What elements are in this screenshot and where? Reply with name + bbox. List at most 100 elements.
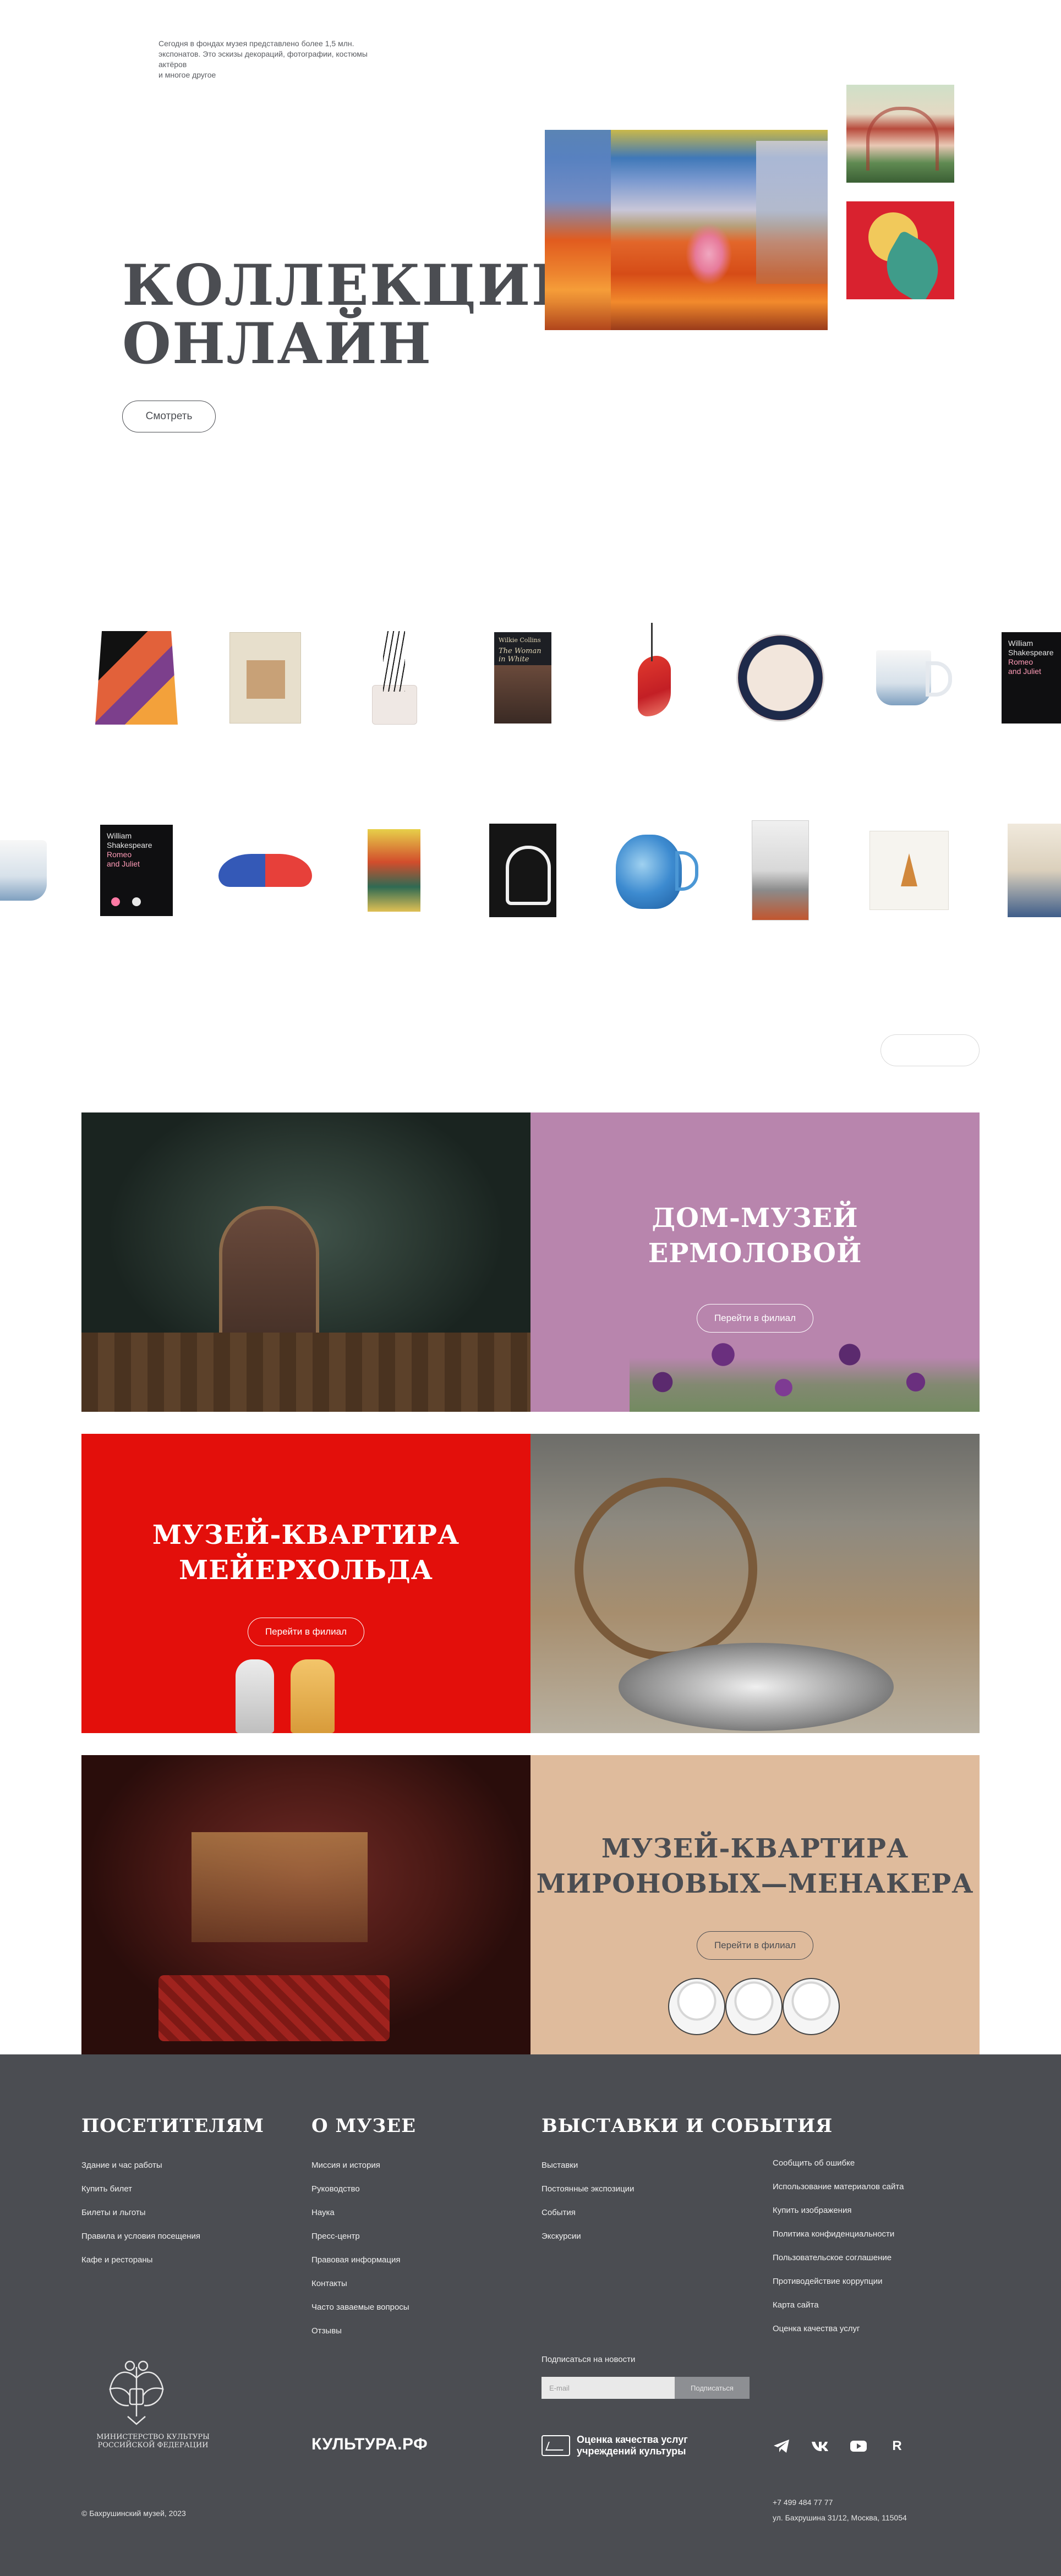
violets-illustration (630, 1322, 980, 1412)
notebook-image (869, 831, 949, 910)
stage-design-painting[interactable] (545, 130, 828, 330)
kultura-rf-link[interactable]: КУЛЬТУРА.РФ (311, 2435, 428, 2454)
footer-link[interactable]: Здание и час работы (81, 2160, 264, 2171)
product-card[interactable] (725, 804, 835, 936)
palace-painting-thumbnail[interactable] (846, 85, 954, 183)
social-links: R (770, 2437, 908, 2455)
product-card[interactable] (854, 612, 964, 744)
footer-link[interactable]: Правила и условия посещения (81, 2231, 264, 2242)
coat-of-arms-icon[interactable] (103, 2356, 169, 2427)
book-author-last: Shakespeare (107, 841, 152, 849)
footer-link[interactable]: Наука (311, 2207, 416, 2218)
rutube-icon[interactable]: R (886, 2437, 908, 2455)
collections-description-line: экспонатов. Это эскизы декораций, фотогр… (158, 50, 368, 58)
email-field[interactable]: E-mail (542, 2377, 675, 2399)
product-card[interactable] (725, 612, 835, 744)
product-card[interactable] (597, 612, 707, 744)
footer-link[interactable]: Руководство (311, 2184, 416, 2195)
branch-title: МУЗЕЙ-КВАРТИРА МЕЙЕРХОЛЬДА (81, 1517, 530, 1588)
footer-link[interactable]: Пресс-центр (311, 2231, 416, 2242)
glass-figurine-image (627, 623, 676, 733)
ministry-caption-line: РОССИЙСКОЙ ФЕДЕРАЦИИ (97, 2441, 209, 2449)
product-card[interactable] (854, 804, 964, 936)
product-card[interactable]: William Shakespeare Romeo and Juliet (81, 804, 192, 936)
slider-control[interactable] (880, 1034, 980, 1066)
poster-image (1008, 824, 1061, 917)
book-image (229, 632, 301, 724)
branch-meyerhold[interactable]: МУЗЕЙ-КВАРТИРА МЕЙЕРХОЛЬДА Перейти в фил… (81, 1434, 980, 1733)
telegram-icon[interactable] (770, 2437, 792, 2455)
footer-heading: О МУЗЕЕ (311, 2115, 417, 2137)
footer-link[interactable]: Пользовательское соглашение (773, 2252, 904, 2263)
footer-link[interactable]: Часто заваемые вопросы (311, 2302, 416, 2313)
footer-link[interactable]: Политика конфиденциальности (773, 2229, 904, 2240)
footer-link[interactable]: Билеты и льготы (81, 2207, 264, 2218)
footer-link[interactable]: Купить изображения (773, 2205, 904, 2216)
footer-link[interactable]: Контакты (311, 2278, 416, 2289)
collections-description: Сегодня в фондах музея представлено боле… (158, 39, 401, 80)
porcelain-mug-image (871, 645, 952, 711)
product-card[interactable]: William Shakespeare Romeo and Juliet (983, 612, 1061, 744)
glasses-case-image (218, 854, 312, 887)
costume-sketch-thumbnail[interactable] (846, 201, 954, 299)
book-romeo-and-juliet-image: William Shakespeare Romeo and Juliet (1002, 632, 1061, 724)
footer-heading: ВЫСТАВКИ И СОБЫТИЯ (542, 2115, 833, 2137)
quality-rating-link[interactable]: Оценка качества услуг учреждений культур… (542, 2434, 688, 2457)
footer-link[interactable]: Миссия и история (311, 2160, 416, 2171)
address-text: ул. Бахрушина 31/12, Москва, 115054 (773, 2513, 907, 2522)
branch-title-line: МУЗЕЙ-КВАРТИРА (152, 1520, 460, 1550)
copyright-text: © Бахрушинский музей, 2023 (81, 2509, 186, 2518)
poster-circus-girl-image (368, 829, 420, 912)
footer-link[interactable]: Оценка качества услуг (773, 2323, 904, 2334)
footer-link[interactable]: Кафе и рестораны (81, 2255, 264, 2266)
product-card[interactable]: Wilkie Collins The Woman in White (468, 612, 578, 744)
footer-link[interactable]: Противодействие коррупции (773, 2276, 904, 2287)
go-to-branch-button[interactable]: Перейти в филиал (697, 1931, 813, 1960)
ermolova-panel: ДОМ-МУЗЕЙ ЕРМОЛОВОЙ Перейти в филиал (530, 1112, 980, 1412)
shop-products-row-2[interactable]: William Shakespeare Romeo and Juliet (0, 804, 1061, 936)
footer-link[interactable]: Карта сайта (773, 2300, 904, 2311)
footer-heading: ПОСЕТИТЕЛЯМ (81, 2115, 265, 2137)
blue-glass-jug-image (610, 829, 698, 912)
footer-link[interactable]: Правовая информация (311, 2255, 416, 2266)
product-card[interactable] (339, 612, 449, 744)
branch-ermolova[interactable]: ДОМ-МУЗЕЙ ЕРМОЛОВОЙ Перейти в филиал (81, 1112, 980, 1412)
footer-link[interactable]: Использование материалов сайта (773, 2182, 904, 2193)
footer-about-column: О МУЗЕЕ Миссия и история Руководство Нау… (311, 2115, 416, 2349)
subscribe-button[interactable]: Подписаться (675, 2377, 750, 2399)
skull-icon (132, 897, 141, 906)
youtube-icon[interactable] (847, 2437, 869, 2455)
product-card[interactable] (81, 612, 192, 744)
shop-products-row-1[interactable]: Wilkie Collins The Woman in White Willia… (0, 612, 1061, 744)
costume-figures-illustration (230, 1659, 340, 1733)
book-title-part: and Juliet (1008, 667, 1041, 676)
branch-title: МУЗЕЙ-КВАРТИРА МИРОНОВЫХ—МЕНАКЕРА (530, 1831, 980, 1901)
decorative-plate-image (736, 634, 824, 722)
branch-mironov-menaker[interactable]: МУЗЕЙ-КВАРТИРА МИРОНОВЫХ—МЕНАКЕРА Перейт… (81, 1755, 980, 2054)
meyerhold-panel: МУЗЕЙ-КВАРТИРА МЕЙЕРХОЛЬДА Перейти в фил… (81, 1434, 530, 1733)
footer-link[interactable]: Сообщить об ошибке (773, 2158, 904, 2169)
footer-visitors-column: ПОСЕТИТЕЛЯМ Здание и час работы Купить б… (81, 2115, 264, 2278)
caricature-portrait (783, 1978, 840, 2035)
product-card[interactable] (210, 804, 320, 936)
product-card[interactable] (210, 612, 320, 744)
product-card[interactable] (0, 804, 77, 936)
collections-title: КОЛЛЕКЦИИ ОНЛАЙН (122, 256, 586, 373)
footer-link[interactable]: Купить билет (81, 2184, 264, 2195)
go-to-branch-button[interactable]: Перейти в филиал (248, 1618, 364, 1646)
product-card[interactable] (339, 804, 449, 936)
book-author-first: William (107, 831, 132, 840)
phone-number[interactable]: +7 499 484 77 77 (773, 2495, 907, 2510)
view-collections-button[interactable]: Смотреть (122, 401, 216, 432)
product-card[interactable] (468, 804, 578, 936)
branch-title-line: МЕЙЕРХОЛЬДА (179, 1555, 433, 1586)
collections-description-line: актёров (158, 60, 187, 69)
footer-link[interactable]: Отзывы (311, 2326, 416, 2337)
vk-icon[interactable] (809, 2437, 831, 2455)
ministry-caption-line: МИНИСТЕРСТВО КУЛЬТУРЫ (96, 2433, 210, 2441)
product-card[interactable] (983, 804, 1061, 936)
book-title: The Woman in White (499, 647, 542, 664)
product-card[interactable] (597, 804, 707, 936)
footer-service-column: Сообщить об ошибке Использование материа… (773, 2158, 904, 2347)
meyerhold-interior-photo (530, 1434, 980, 1733)
